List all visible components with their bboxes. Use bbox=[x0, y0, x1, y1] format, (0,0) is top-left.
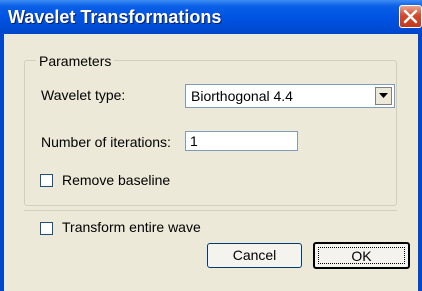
wavelet-type-label: Wavelet type: bbox=[41, 87, 126, 103]
title-bar[interactable]: Wavelet Transformations bbox=[0, 0, 422, 34]
transform-entire-wave-checkbox[interactable] bbox=[40, 222, 53, 235]
window-title: Wavelet Transformations bbox=[8, 7, 222, 27]
chevron-down-icon bbox=[379, 93, 388, 98]
cancel-button[interactable]: Cancel bbox=[207, 243, 302, 268]
wavelet-type-select[interactable]: Biorthogonal 4.4 bbox=[185, 84, 395, 108]
wavelet-type-value: Biorthogonal 4.4 bbox=[191, 88, 293, 104]
iterations-label: Number of iterations: bbox=[41, 134, 171, 150]
iterations-input[interactable]: 1 bbox=[185, 131, 298, 151]
dialog-window: Wavelet Transformations Parameters Wavel… bbox=[0, 0, 422, 291]
separator bbox=[24, 210, 397, 211]
focus-rectangle bbox=[318, 247, 405, 264]
transform-entire-wave-label: Transform entire wave bbox=[62, 219, 201, 235]
remove-baseline-checkbox[interactable] bbox=[40, 174, 53, 187]
parameters-legend: Parameters bbox=[36, 53, 115, 69]
dropdown-button[interactable] bbox=[375, 87, 392, 105]
remove-baseline-label: Remove baseline bbox=[62, 172, 171, 188]
ok-button[interactable]: OK bbox=[313, 242, 410, 269]
window-frame-right bbox=[418, 34, 422, 291]
iterations-value: 1 bbox=[190, 133, 198, 149]
close-x-icon bbox=[403, 9, 418, 24]
close-button[interactable] bbox=[399, 5, 422, 28]
